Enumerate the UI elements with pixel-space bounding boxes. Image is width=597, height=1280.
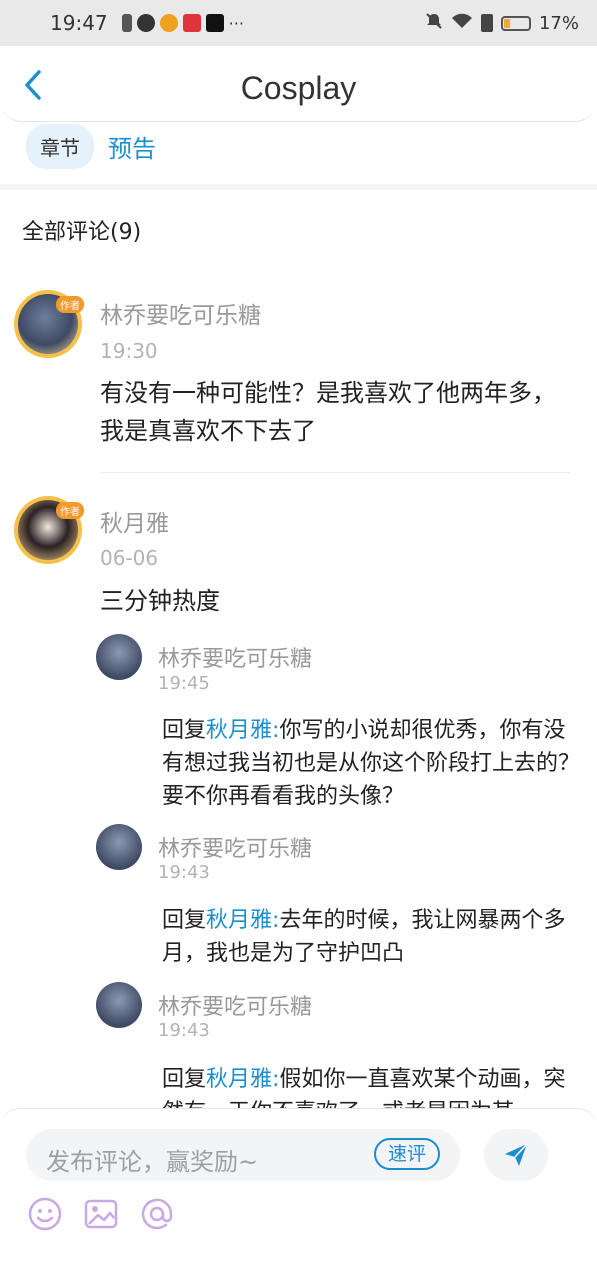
reply-username[interactable]: 林乔要吃可乐糖 [158, 641, 312, 673]
send-icon [505, 1143, 528, 1166]
comment-text[interactable]: 三分钟热度 [100, 582, 570, 620]
comments-title: 全部评论(9) [22, 220, 142, 245]
sim-icon [121, 14, 132, 32]
tab-bar: 章节 预告 [26, 124, 156, 169]
avatar[interactable] [96, 824, 142, 870]
alert-icon [480, 14, 493, 32]
avatar[interactable]: 作者 [14, 496, 84, 564]
emoji-icon[interactable] [26, 1195, 64, 1233]
comment-composer: 发布评论，赢奖励~ 速评 [0, 1108, 597, 1280]
reply-text[interactable]: 回复秋月雅:去年的时候，我让网暴两个多月，我也是为了守护凹凸 [162, 904, 582, 970]
reply-time: 19:45 [158, 673, 210, 694]
mute-icon [425, 12, 443, 35]
reply-time: 19:43 [158, 862, 210, 883]
reply-time: 19:43 [158, 1020, 210, 1041]
avatar[interactable] [96, 982, 142, 1028]
reply-text[interactable]: 回复秋月雅:你写的小说却很优秀，你有没有想过我当初也是从你这个阶段打上去的？要不… [162, 714, 582, 813]
send-button[interactable] [484, 1129, 548, 1181]
reply-username[interactable]: 林乔要吃可乐糖 [158, 989, 312, 1021]
tab-preview[interactable]: 预告 [108, 129, 156, 164]
comment-time: 06-06 [100, 546, 159, 570]
wifi-icon [451, 12, 473, 35]
avatar[interactable]: 作者 [14, 290, 84, 358]
reply-username[interactable]: 林乔要吃可乐糖 [158, 831, 312, 863]
mention-icon[interactable] [138, 1195, 176, 1233]
page-title: Cosplay [240, 70, 357, 106]
reply-prefix: 回复 [162, 718, 207, 743]
comment-text[interactable]: 有没有一种可能性？是我喜欢了他两年多，我是真喜欢不下去了 [100, 374, 570, 450]
reply-target-link[interactable]: 秋月雅: [206, 908, 279, 933]
reply-target-link[interactable]: 秋月雅: [206, 718, 279, 743]
comment-input[interactable]: 发布评论，赢奖励~ 速评 [26, 1129, 460, 1181]
comment-input-placeholder: 发布评论，赢奖励~ [46, 1148, 259, 1176]
tiktok-icon [205, 14, 224, 32]
reply-target-link[interactable]: 秋月雅: [206, 1067, 279, 1092]
avatar[interactable] [96, 634, 142, 680]
tab-chapter[interactable]: 章节 [26, 124, 94, 169]
more-dots: ··· [228, 13, 244, 33]
quick-review-button[interactable]: 速评 [373, 1138, 440, 1170]
section-divider [0, 184, 597, 190]
comment-username[interactable]: 秋月雅 [100, 504, 169, 538]
battery-level: 17% [538, 12, 579, 34]
comment-time: 19:30 [100, 339, 158, 363]
reply-prefix: 回复 [162, 908, 207, 933]
weibo-icon [159, 14, 178, 32]
image-icon[interactable] [82, 1195, 120, 1233]
author-badge: 作者 [56, 502, 84, 519]
status-bar: 19:47 ··· 17% [0, 0, 597, 46]
qq-icon [136, 14, 155, 32]
composer-tools [26, 1195, 176, 1233]
header: Cosplay [0, 46, 597, 122]
reply-prefix: 回复 [162, 1067, 207, 1092]
status-time: 19:47 [50, 11, 108, 35]
reply-text[interactable]: 回复秋月雅:假如你一直喜欢某个动画，突然有一天你不喜欢了，或者是因为某 [162, 1063, 582, 1109]
app-red-icon [182, 14, 201, 32]
comment-divider [100, 472, 570, 473]
author-badge: 作者 [56, 296, 84, 313]
comment-username[interactable]: 林乔要吃可乐糖 [100, 296, 261, 330]
battery-icon [500, 15, 531, 31]
